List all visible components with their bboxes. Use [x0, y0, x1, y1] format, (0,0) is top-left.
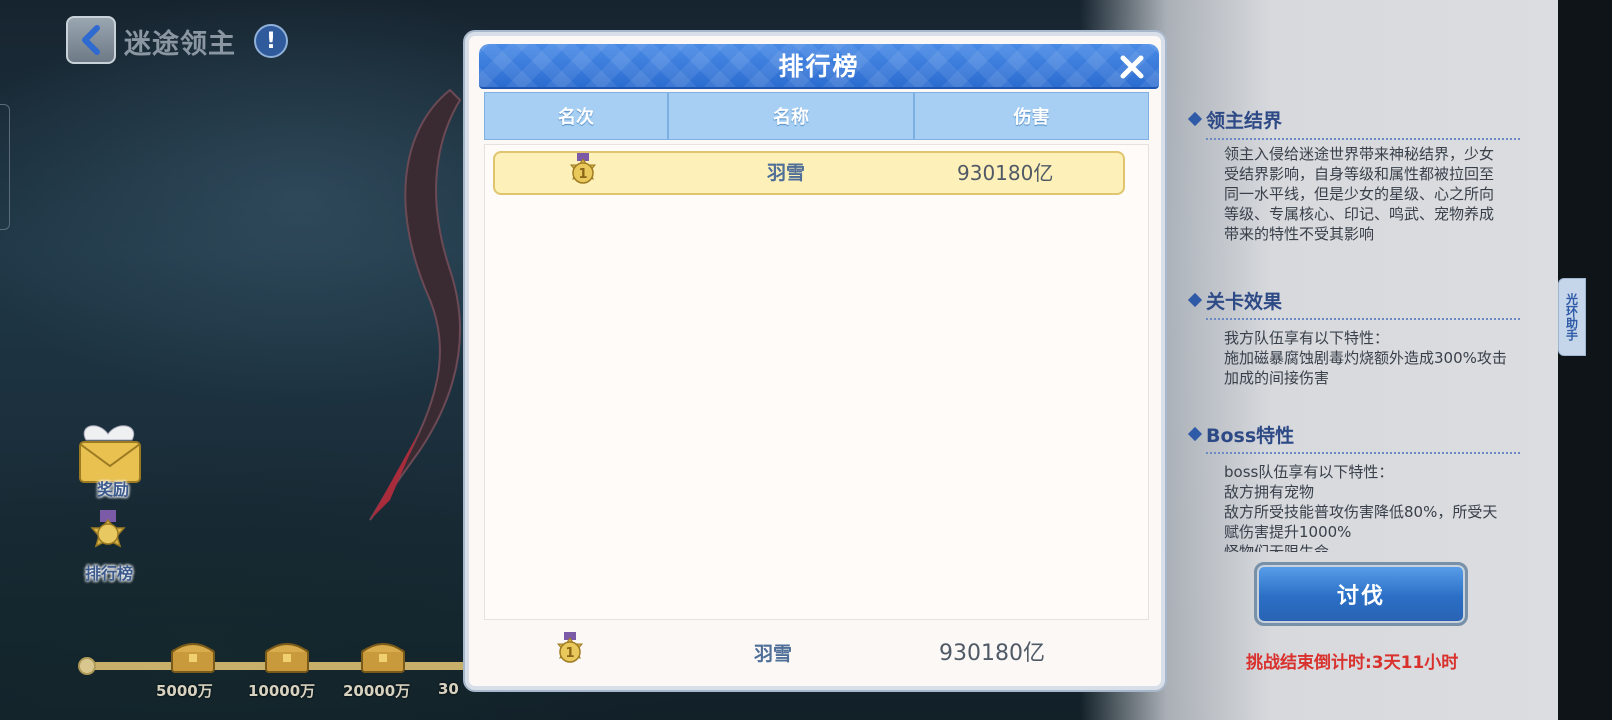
milestone-label: 5000万	[156, 682, 213, 700]
svg-text:1: 1	[565, 646, 574, 661]
ranking-medal-icon	[90, 510, 126, 548]
svg-text:1: 1	[578, 167, 587, 182]
ranking-dialog: 排行榜 名次 名称 伤害 1 羽雪 930180亿 1 羽雪 930180亿	[465, 32, 1165, 690]
section-body-boss-traits: boss队伍享有以下特性： 敌方拥有宠物 敌方所受技能普攻伤害降低80%，所受天…	[1224, 463, 1498, 552]
exclamation-icon: !	[265, 28, 277, 54]
section-title-barrier: 领主结界	[1206, 110, 1283, 132]
column-headers: 名次 名称 伤害	[484, 92, 1149, 140]
milestone-label: 10000万	[248, 682, 316, 700]
section-title-stage-effect: 关卡效果	[1206, 291, 1283, 313]
column-header-rank: 名次	[485, 93, 669, 139]
section-divider	[1206, 138, 1520, 140]
left-edge-tab[interactable]	[0, 104, 10, 230]
chevron-left-icon	[82, 25, 100, 55]
gold-medal-icon: 1	[556, 632, 584, 663]
treasure-chest-icon[interactable]	[262, 636, 312, 676]
dialog-title: 排行榜	[778, 52, 860, 81]
gold-medal-icon: 1	[569, 153, 597, 184]
ranking-list[interactable]: 1 羽雪 930180亿	[484, 144, 1149, 620]
section-body-stage-effect: 我方队伍享有以下特性： 施加磁暴腐蚀剧毒灼烧额外造成300%攻击加成的间接伤害	[1224, 329, 1507, 387]
treasure-chest-icon[interactable]	[358, 636, 408, 676]
reward-label: 奖励	[96, 480, 129, 499]
page-title: 迷途领主	[124, 29, 236, 60]
countdown-text: 挑战结束倒计时:3天11小时	[1246, 653, 1459, 673]
milestone-label: 30	[438, 680, 459, 698]
my-name: 羽雪	[754, 643, 793, 665]
boss-scythe-art	[369, 88, 462, 521]
row-name: 羽雪	[767, 162, 806, 184]
my-damage: 930180亿	[939, 641, 1045, 666]
helper-tab-label: 光环助手	[1564, 293, 1579, 341]
info-button[interactable]: !	[254, 24, 288, 58]
my-rank-row: 1 羽雪 930180亿	[484, 622, 1149, 682]
close-icon[interactable]	[1117, 52, 1147, 82]
section-body-barrier: 领主入侵给迷途世界带来神秘结界，少女受结界影响，自身等级和属性都被拉回至同一水平…	[1224, 145, 1495, 243]
background-edge	[1558, 0, 1612, 720]
section-divider	[1206, 318, 1520, 320]
table-row[interactable]: 1 羽雪 930180亿	[493, 151, 1125, 195]
dialog-header: 排行榜	[479, 44, 1159, 89]
column-header-damage: 伤害	[1013, 107, 1050, 128]
milestone-label: 20000万	[343, 682, 411, 700]
fight-button[interactable]: 讨伐	[1254, 562, 1468, 626]
section-title-boss-traits: Boss特性	[1206, 425, 1295, 447]
progress-start-dot	[78, 657, 96, 675]
back-button[interactable]	[66, 16, 116, 64]
ranking-button[interactable]: 排行榜	[64, 508, 154, 588]
row-damage: 930180亿	[957, 161, 1054, 185]
helper-tab[interactable]: 光环助手	[1558, 278, 1586, 356]
reward-button[interactable]: 奖励	[68, 420, 158, 500]
section-divider	[1206, 452, 1520, 454]
column-header-name: 名称	[669, 93, 915, 139]
treasure-chest-icon[interactable]	[168, 636, 218, 676]
ranking-label: 排行榜	[84, 564, 133, 583]
